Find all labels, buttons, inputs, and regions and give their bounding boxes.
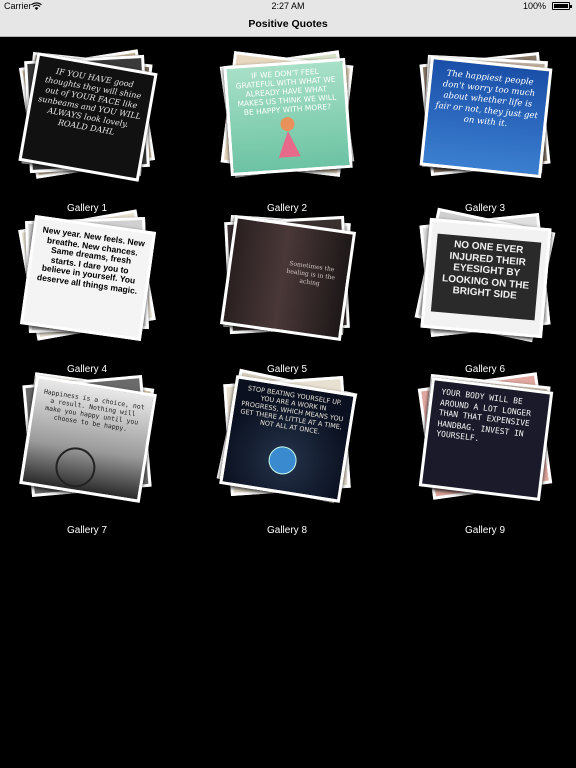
gallery-label: Gallery 7 <box>66 525 107 536</box>
gallery-item[interactable]: New year. New feels. New breathe. New ch… <box>12 209 162 375</box>
gallery-item[interactable]: STOP BEATING YOURSELF UP. YOU ARE A WORK… <box>212 368 362 536</box>
cover-quote: New year. New feels. New breathe. New ch… <box>36 224 146 296</box>
battery-icon <box>552 2 572 10</box>
cover-quote: NO ONE EVER INJURED THEIR EYESIGHT BY LO… <box>441 239 530 302</box>
gallery-item[interactable]: NO ONE EVER INJURED THEIR EYESIGHT BY LO… <box>410 207 560 375</box>
cover-photo: Happiness is a choice, not a result. Not… <box>19 375 157 503</box>
photo-stack: YOUR BODY WILL BE AROUND A LOT LONGER TH… <box>410 372 560 512</box>
photo-stack: NO ONE EVER INJURED THEIR EYESIGHT BY LO… <box>410 207 560 351</box>
cover-quote: YOUR BODY WILL BE AROUND A LOT LONGER TH… <box>435 387 532 444</box>
battery-percent: 100% <box>522 1 546 11</box>
photo-stack: Happiness is a choice, not a result. Not… <box>12 372 162 512</box>
gallery-label: Gallery 8 <box>266 525 307 536</box>
gallery-item[interactable]: The happiest people don't worry too much… <box>410 50 560 214</box>
cover-quote: IF WE DON'T FEEL GRATEFUL WITH WHAT WE A… <box>235 66 337 118</box>
photo-stack: IF WE DON'T FEEL GRATEFUL WITH WHAT WE A… <box>212 50 362 190</box>
cover-photo: New year. New feels. New breathe. New ch… <box>19 215 157 341</box>
photo-stack: New year. New feels. New breathe. New ch… <box>12 209 162 351</box>
gallery-item[interactable]: IF WE DON'T FEEL GRATEFUL WITH WHAT WE A… <box>212 50 362 214</box>
sign-board: NO ONE EVER INJURED THEIR EYESIGHT BY LO… <box>430 233 542 321</box>
cover-photo: The happiest people don't worry too much… <box>419 55 553 179</box>
girl-figure <box>280 116 295 132</box>
gallery-item[interactable]: IF YOU HAVE good thoughts they will shin… <box>12 49 162 214</box>
photo-stack: The happiest people don't worry too much… <box>410 50 560 190</box>
cover-photo: STOP BEATING YOURSELF UP. YOU ARE A WORK… <box>219 375 357 503</box>
photo-stack: STOP BEATING YOURSELF UP. YOU ARE A WORK… <box>212 368 362 512</box>
cover-quote: IF YOU HAVE good thoughts they will shin… <box>37 66 142 137</box>
earth-illustration <box>266 444 299 477</box>
cover-quote: STOP BEATING YOURSELF UP. YOU ARE A WORK… <box>239 384 344 436</box>
page-title: Positive Quotes <box>248 18 328 30</box>
gallery-item[interactable]: Sometimes the healing is in the aching G… <box>212 211 362 375</box>
girl-dress <box>277 130 301 158</box>
gallery-item[interactable]: Happiness is a choice, not a result. Not… <box>12 372 162 536</box>
status-bar: Carrier 2:27 AM 100% <box>0 0 576 13</box>
cover-photo: NO ONE EVER INJURED THEIR EYESIGHT BY LO… <box>420 217 552 339</box>
ferris-wheel <box>52 444 99 491</box>
cover-quote: Sometimes the healing is in the aching <box>286 260 336 288</box>
photo-stack: Sometimes the healing is in the aching <box>212 211 362 351</box>
cover-photo: YOUR BODY WILL BE AROUND A LOT LONGER TH… <box>418 376 554 502</box>
clock: 2:27 AM <box>271 1 305 11</box>
cover-quote: Happiness is a choice, not a result. Not… <box>43 387 146 433</box>
nav-bar: Positive Quotes <box>0 13 576 37</box>
photo-stack: IF YOU HAVE good thoughts they will shin… <box>12 49 162 190</box>
gallery-item[interactable]: YOUR BODY WILL BE AROUND A LOT LONGER TH… <box>410 372 560 536</box>
gallery-label: Gallery 9 <box>464 525 505 536</box>
cover-photo: IF WE DON'T FEEL GRATEFUL WITH WHAT WE A… <box>223 57 353 177</box>
cover-photo: IF YOU HAVE good thoughts they will shin… <box>18 52 158 182</box>
cover-photo: Sometimes the healing is in the aching <box>219 215 357 341</box>
cover-quote: The happiest people don't worry too much… <box>434 68 539 130</box>
